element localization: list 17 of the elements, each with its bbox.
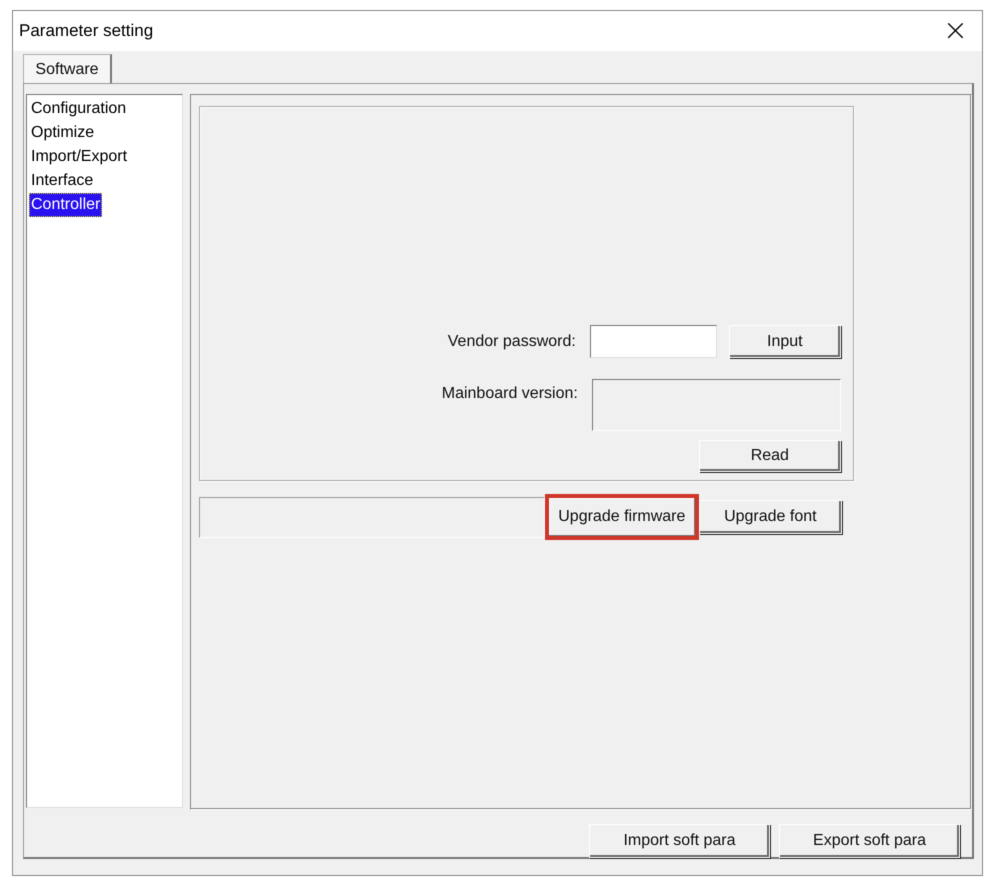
list-item[interactable]: Controller xyxy=(29,193,102,217)
list-item[interactable]: Configuration xyxy=(29,97,128,121)
field-label: Vendor password: xyxy=(448,332,576,350)
upgrade-button[interactable]: Upgrade firmware xyxy=(544,494,699,540)
close-button[interactable]: × xyxy=(936,16,974,46)
list-item[interactable]: Optimize xyxy=(29,121,96,145)
password-field[interactable] xyxy=(590,325,717,358)
input-button[interactable]: Input xyxy=(728,325,841,358)
list-item[interactable]: Interface xyxy=(29,169,96,193)
window-title: Parameter setting xyxy=(19,21,154,41)
field-label: Mainboard version: xyxy=(442,384,578,403)
list-item[interactable]: Import/Export xyxy=(29,145,130,169)
footer-button[interactable]: Export soft para xyxy=(779,824,960,858)
read-button[interactable]: Read xyxy=(698,440,841,472)
footer-button[interactable]: Import soft para xyxy=(589,824,770,858)
tab[interactable]: Software xyxy=(23,54,112,84)
upgrade-button[interactable]: Upgrade font xyxy=(698,500,842,534)
